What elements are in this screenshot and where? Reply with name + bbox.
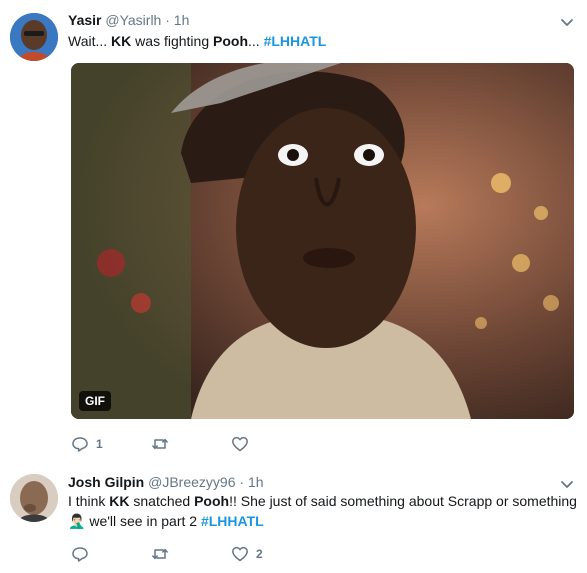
retweet-button[interactable] [151, 434, 176, 454]
display-name[interactable]: Josh Gilpin [68, 474, 144, 490]
text-bold: KK [109, 493, 130, 509]
retweet-icon [152, 438, 168, 450]
reply-icon [72, 437, 88, 452]
avatar-josh-gilpin[interactable] [10, 474, 58, 522]
separator-dot: · [239, 474, 245, 490]
gif-image [71, 63, 574, 419]
text-bold: Pooh [194, 493, 230, 509]
text-part: !! She just of said something about Scra… [229, 493, 577, 509]
tweet-text: I think KK snatched Pooh!! She just of s… [68, 491, 578, 531]
tweet-header: Yasir @Yasirlh · 1h [68, 11, 189, 29]
tweet-header: Josh Gilpin @JBreezyy96 · 1h [68, 473, 264, 491]
gif-media[interactable]: GIF [71, 63, 574, 419]
timestamp[interactable]: 1h [174, 12, 190, 28]
tweet-actions: 1 [71, 434, 571, 454]
tweet-josh-gilpin[interactable]: Josh Gilpin @JBreezyy96 · 1h I think KK … [0, 462, 587, 573]
separator-dot: · [165, 12, 170, 28]
retweet-icon [152, 548, 168, 560]
reply-button[interactable] [71, 544, 96, 564]
hashtag-link[interactable]: #LHHATL [201, 513, 264, 529]
chevron-down-icon[interactable] [560, 477, 574, 491]
retweet-button[interactable] [151, 544, 176, 564]
facepalm-emoji: 🤦🏻‍♂️ [68, 513, 86, 529]
gif-badge: GIF [79, 391, 111, 411]
tweet-yasir[interactable]: Yasir @Yasirlh · 1h Wait... KK was fight… [0, 0, 587, 463]
reply-icon [72, 547, 88, 562]
display-name[interactable]: Yasir [68, 12, 101, 28]
text-bold: KK [111, 33, 132, 49]
tweet-actions: 2 [71, 544, 571, 564]
text-part: ... [248, 33, 264, 49]
avatar-yasir[interactable] [10, 13, 58, 61]
reply-button[interactable]: 1 [71, 434, 103, 454]
user-handle[interactable]: @Yasirlh [105, 12, 161, 28]
text-part: Wait... [68, 33, 112, 49]
like-button[interactable]: 2 [231, 544, 263, 564]
timestamp[interactable]: 1h [248, 474, 264, 490]
like-button[interactable] [231, 434, 256, 454]
text-part: I think [68, 493, 110, 509]
like-count: 2 [256, 547, 263, 561]
chevron-down-icon[interactable] [560, 15, 574, 29]
like-icon [232, 546, 248, 562]
text-bold: Pooh [213, 33, 248, 49]
user-handle[interactable]: @JBreezyy96 [148, 474, 235, 490]
text-part: was fighting [131, 33, 213, 49]
hashtag-link[interactable]: #LHHATL [264, 33, 327, 49]
reply-count: 1 [96, 437, 103, 451]
like-icon [232, 436, 248, 452]
tweet-text: Wait... KK was fighting Pooh... #LHHATL [68, 31, 568, 51]
text-part: snatched [129, 493, 195, 509]
text-part: we'll see in part 2 [85, 513, 201, 529]
